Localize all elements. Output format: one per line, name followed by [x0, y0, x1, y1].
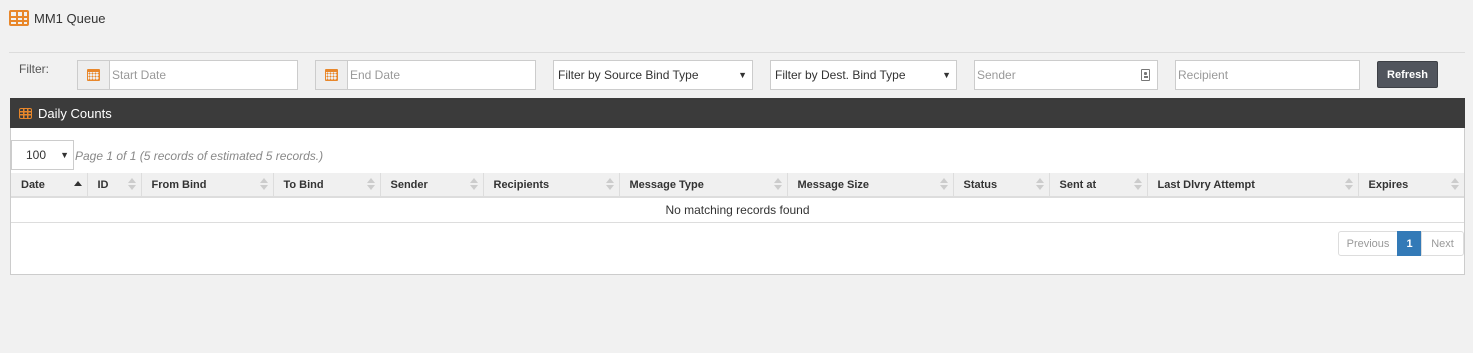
end-date-calendar-button[interactable] — [315, 60, 347, 90]
pagination: Previous 1 Next — [1338, 231, 1464, 256]
caret-down-icon: ▼ — [738, 70, 747, 80]
end-date-input[interactable] — [347, 60, 536, 90]
column-header-date[interactable]: Date — [11, 173, 88, 198]
column-header-recipients[interactable]: Recipients — [483, 173, 620, 198]
caret-down-icon: ▼ — [942, 70, 951, 80]
empty-message: No matching records found — [11, 197, 1464, 223]
contact-card-icon[interactable] — [1141, 69, 1150, 81]
table-icon — [9, 10, 29, 26]
column-header-id[interactable]: ID — [87, 173, 142, 198]
calendar-icon — [87, 69, 100, 81]
sender-field-group — [974, 60, 1158, 90]
sort-icon — [939, 178, 948, 191]
sort-icon — [773, 178, 782, 191]
source-bind-type-value: Filter by Source Bind Type — [558, 68, 699, 82]
page-header: MM1 Queue — [9, 7, 106, 29]
source-bind-type-select[interactable]: Filter by Source Bind Type ▼ — [553, 60, 753, 90]
records-table: Date ID From Bind To Bind Sender Recipie… — [11, 173, 1464, 223]
next-page-button[interactable]: Next — [1421, 231, 1464, 256]
sort-ascending-icon — [73, 178, 82, 191]
table-row: No matching records found — [11, 197, 1464, 223]
column-header-sender[interactable]: Sender — [380, 173, 484, 198]
sort-icon — [469, 178, 478, 191]
sort-icon — [1035, 178, 1044, 191]
table-icon — [19, 107, 32, 119]
dest-bind-type-select[interactable]: Filter by Dest. Bind Type ▼ — [770, 60, 957, 90]
recipient-input[interactable] — [1175, 60, 1360, 90]
column-header-from-bind[interactable]: From Bind — [141, 173, 274, 198]
page-1-button[interactable]: 1 — [1397, 231, 1422, 256]
sort-icon — [1451, 178, 1459, 191]
previous-page-button[interactable]: Previous — [1338, 231, 1398, 256]
panel-title: Daily Counts — [38, 105, 112, 121]
dest-bind-type-value: Filter by Dest. Bind Type — [775, 68, 906, 82]
sort-icon — [1133, 178, 1142, 191]
panel-heading: Daily Counts — [10, 98, 1465, 128]
daily-counts-panel: Daily Counts 100 ▼ Page 1 of 1 (5 record… — [10, 98, 1465, 275]
refresh-button[interactable]: Refresh — [1377, 61, 1438, 88]
filter-label: Filter: — [19, 62, 49, 76]
header-divider — [9, 52, 1465, 53]
sort-icon — [259, 178, 268, 191]
column-header-to-bind[interactable]: To Bind — [273, 173, 381, 198]
calendar-icon — [325, 69, 338, 81]
sort-icon — [1344, 178, 1353, 191]
page-size-value: 100 — [26, 148, 47, 162]
start-date-calendar-button[interactable] — [77, 60, 109, 90]
sort-icon — [366, 178, 375, 191]
column-header-message-type[interactable]: Message Type — [619, 173, 788, 198]
start-date-input[interactable] — [109, 60, 298, 90]
column-header-last-dlvry-attempt[interactable]: Last Dlvry Attempt — [1147, 173, 1359, 198]
column-header-status[interactable]: Status — [953, 173, 1050, 198]
column-header-expires[interactable]: Expires — [1358, 173, 1464, 198]
end-date-group — [315, 60, 536, 90]
sort-icon — [605, 178, 614, 191]
start-date-group — [77, 60, 298, 90]
page-title: MM1 Queue — [34, 10, 106, 26]
column-header-sent-at[interactable]: Sent at — [1049, 173, 1148, 198]
page-size-select[interactable]: 100 ▼ — [11, 140, 74, 170]
sender-input[interactable] — [974, 60, 1158, 90]
caret-down-icon: ▼ — [60, 150, 69, 160]
column-header-message-size[interactable]: Message Size — [787, 173, 954, 198]
sort-icon — [127, 178, 136, 191]
page-info: Page 1 of 1 (5 records of estimated 5 re… — [75, 149, 324, 163]
